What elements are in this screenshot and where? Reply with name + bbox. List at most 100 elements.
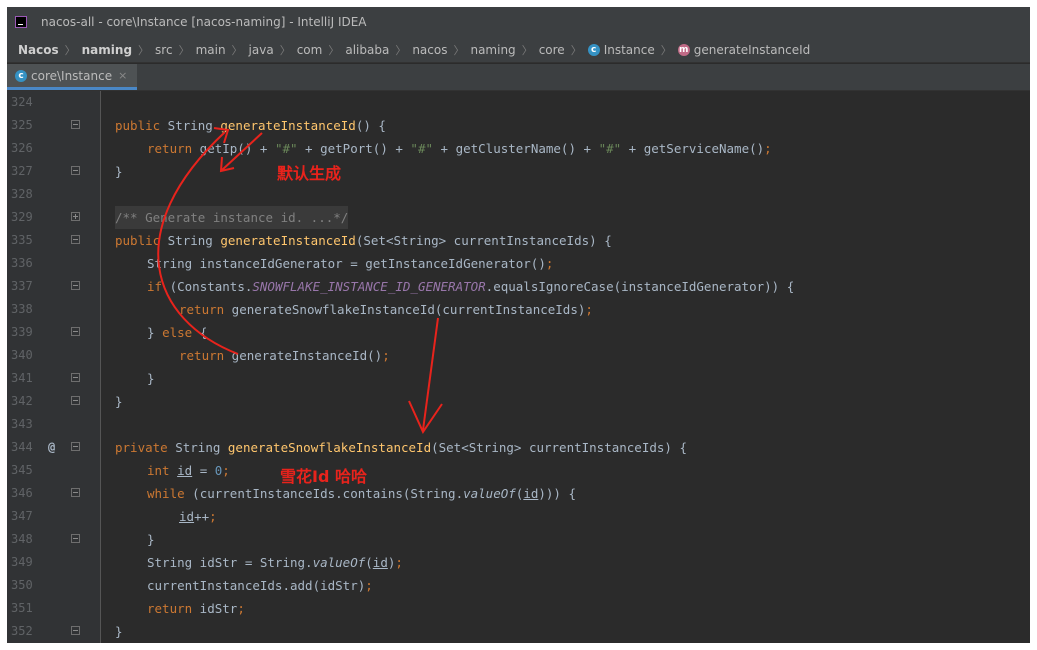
title-bar: nacos-all - core\Instance [nacos-naming]… [7,7,1030,37]
fold-collapse-icon[interactable] [71,166,80,175]
breadcrumb-label: main [195,42,226,57]
breadcrumb-label: generateInstanceId [693,42,811,57]
code-line[interactable]: 339} else { [7,321,1030,344]
code-token: "#" [598,141,622,156]
method-icon: m [677,43,690,56]
code-editor[interactable]: 324 325 public String generateInstanceId()… [7,91,1030,643]
code-token: id [179,509,195,524]
code-text: } [147,528,155,551]
code-token: idStr [192,601,238,616]
code-line[interactable]: 345 int id = 0; [7,459,1030,482]
line-number: 337 [11,279,33,293]
code-token: public [115,118,161,133]
code-text: return generateInstanceId(); [179,344,390,367]
code-line[interactable]: 340 return generateInstanceId(); [7,344,1030,367]
code-line[interactable]: 342} [7,390,1030,413]
code-token: id [372,555,388,570]
tab-core-instance[interactable]: c core\Instance × [7,64,137,90]
fold-collapse-icon[interactable] [71,120,80,129]
fold-collapse-icon[interactable] [71,442,80,451]
code-line[interactable]: 349 String idStr = String.valueOf(id); [7,551,1030,574]
code-line[interactable]: 346 while (currentInstanceIds.contains(St… [7,482,1030,505]
code-token: { [192,325,208,340]
close-icon[interactable]: × [118,69,127,82]
code-line[interactable]: 327} [7,160,1030,183]
breadcrumb-label: Instance [603,42,655,57]
code-token: return [179,302,225,317]
fold-collapse-icon[interactable] [71,235,80,244]
breadcrumb-item[interactable]: naming [82,43,132,57]
code-token: generateInstanceId [220,118,356,133]
code-text: } [115,160,123,183]
code-token: SNOWFLAKE_INSTANCE_ID_GENERATOR [252,279,486,294]
breadcrumb-item[interactable]: com [297,43,323,57]
line-number: 344 [11,440,33,454]
code-line[interactable]: 341} [7,367,1030,390]
code-token: + getPort() + [297,141,411,156]
breadcrumb-separator-icon: 〉 [279,43,291,57]
line-number: 343 [11,417,33,431]
code-line[interactable]: 336 String instanceIdGenerator = getInsta… [7,252,1030,275]
code-token: String [160,233,221,248]
line-number: 335 [11,233,33,247]
code-line[interactable]: 348} [7,528,1030,551]
breadcrumb-label: java [248,42,274,57]
code-token: .equalsIgnoreCase(instanceIdGenerator)) … [485,279,795,294]
class-icon: c [15,69,27,82]
code-token: + getClusterName() + [433,141,599,156]
breadcrumb-item[interactable]: main [196,43,226,57]
breadcrumb-separator-icon: 〉 [453,43,465,57]
breadcrumb-item[interactable]: nacos [412,43,447,57]
code-line[interactable]: 344 @ private String generateSnowflakeInst… [7,436,1030,459]
code-line[interactable]: 324 [7,91,1030,114]
breadcrumb-item[interactable]: naming [470,43,515,57]
code-line[interactable]: 351 return idStr; [7,597,1030,620]
code-line[interactable]: 343 [7,413,1030,436]
code-line[interactable]: 325 public String generateInstanceId() { [7,114,1030,137]
code-line[interactable]: 328 [7,183,1030,206]
breadcrumb-item[interactable]: Nacos [18,43,59,57]
code-token: ; [237,601,245,616]
fold-collapse-icon[interactable] [71,626,80,635]
code-token: int [147,463,170,478]
breadcrumb-item[interactable]: src [155,43,173,57]
fold-collapse-icon[interactable] [71,373,80,382]
fold-collapse-icon[interactable] [71,327,80,336]
code-line[interactable]: 335 public String generateInstanceId(Set<… [7,229,1030,252]
code-text: } [115,390,123,413]
fold-collapse-icon[interactable] [71,534,80,543]
annotation-snowflake-id: 雪花Id 哈哈 [280,467,367,486]
code-token: } [115,624,123,639]
fold-expand-icon[interactable] [71,212,80,221]
breadcrumb-item[interactable]: c Instance [587,42,655,57]
breadcrumb-item[interactable]: core [539,43,565,57]
code-line[interactable]: 337 if (Constants.SNOWFLAKE_INSTANCE_ID_G… [7,275,1030,298]
code-line[interactable]: 326 return getIp() + "#" + getPort() + "#… [7,137,1030,160]
code-line[interactable]: 350 currentInstanceIds.add(idStr); [7,574,1030,597]
fold-collapse-icon[interactable] [71,396,80,405]
class-icon: c [587,43,600,56]
code-text: } [147,367,155,390]
breadcrumb-label: naming [81,42,133,57]
line-number: 345 [11,463,33,477]
code-token: = [192,463,215,478]
code-line[interactable]: 329 /** Generate instance id. ...*/ [7,206,1030,229]
line-number: 336 [11,256,33,270]
fold-collapse-icon[interactable] [71,488,80,497]
code-line[interactable]: 347 id++; [7,505,1030,528]
breadcrumb-item[interactable]: m generateInstanceId [677,42,811,57]
code-text: /** Generate instance id. ...*/ [115,206,349,229]
line-number: 347 [11,509,33,523]
code-text: if (Constants.SNOWFLAKE_INSTANCE_ID_GENE… [147,275,794,298]
breadcrumb-item[interactable]: java [249,43,274,57]
code-line[interactable]: 352} [7,620,1030,643]
override-marker-icon[interactable]: @ [48,436,55,459]
fold-collapse-icon[interactable] [71,281,80,290]
breadcrumb-item[interactable]: alibaba [345,43,389,57]
code-token: String [167,440,228,455]
breadcrumb-separator-icon: 〉 [64,43,76,57]
breadcrumb-label: naming [470,42,516,57]
code-token: getIp() + [192,141,275,156]
code-line[interactable]: 338 return generateSnowflakeInstanceId(cu… [7,298,1030,321]
code-token: ; [222,463,230,478]
